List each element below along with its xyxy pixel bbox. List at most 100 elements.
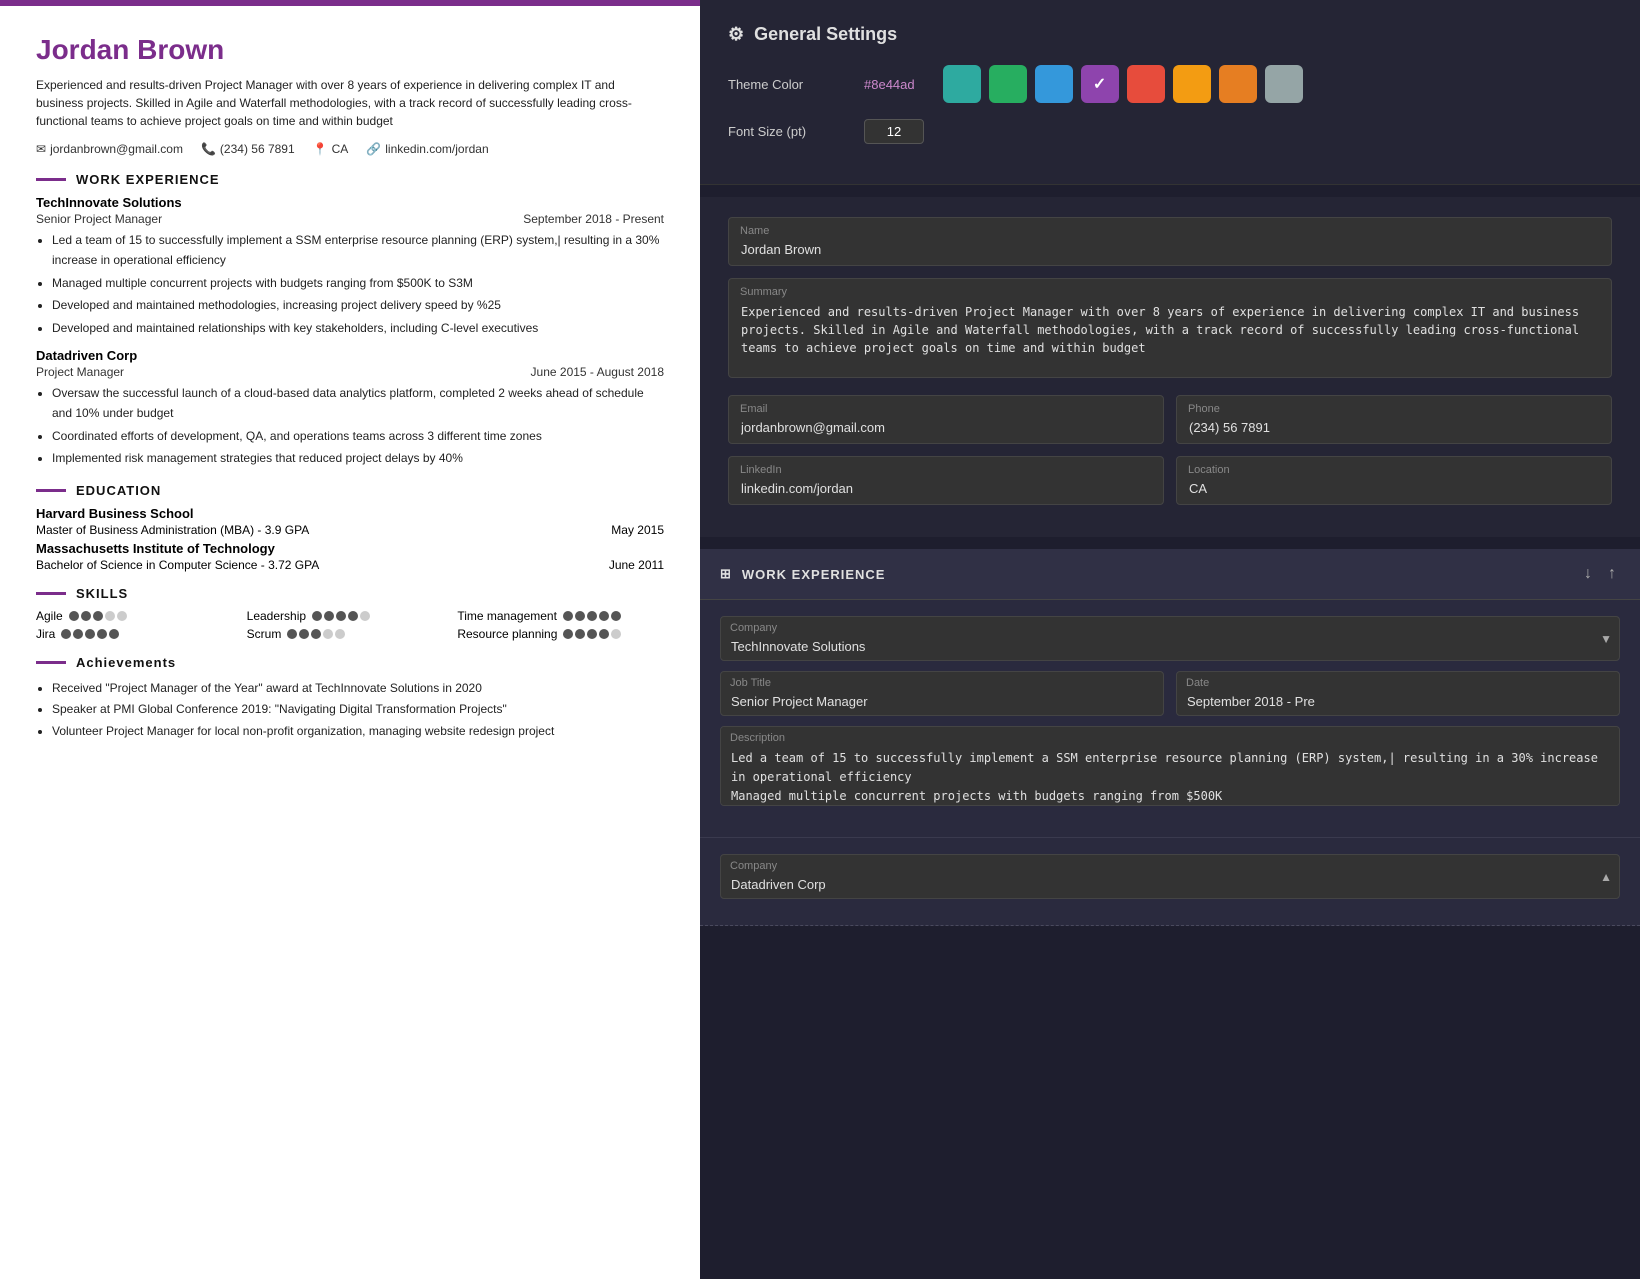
company-2-label: Company <box>730 860 777 872</box>
achievements-title: Achievements <box>76 655 176 670</box>
gear-icon: ⚙ <box>728 24 744 45</box>
dot <box>85 629 95 639</box>
contact-location: 📍 CA <box>313 142 349 156</box>
dot <box>61 629 71 639</box>
company-2-input[interactable] <box>720 854 1620 899</box>
dot <box>109 629 119 639</box>
dot <box>599 629 609 639</box>
desc-1-label: Description <box>730 732 785 744</box>
work-entry-1: Company ▼ Job Title Date Description <box>700 600 1640 838</box>
job-title-1-input[interactable] <box>720 671 1164 716</box>
bullet-item: Oversaw the successful launch of a cloud… <box>52 383 664 424</box>
location-input[interactable] <box>1176 456 1612 505</box>
name-row: Name <box>728 217 1612 266</box>
dot <box>360 611 370 621</box>
bullet-item: Implemented risk management strategies t… <box>52 448 664 468</box>
resume-panel: Jordan Brown Experienced and results-dri… <box>0 0 700 1279</box>
color-swatch-blue[interactable] <box>1035 65 1073 103</box>
color-swatch-red[interactable] <box>1127 65 1165 103</box>
job-1-title: Senior Project Manager <box>36 212 162 226</box>
expand-icon: ▼ <box>1600 632 1612 646</box>
expand-icon: ▲ <box>1600 870 1612 884</box>
color-swatch-purple[interactable] <box>1081 65 1119 103</box>
general-settings-section: ⚙ General Settings Theme Color #8e44ad F… <box>700 0 1640 185</box>
move-up-button[interactable]: ↑ <box>1604 563 1620 585</box>
section-divider <box>36 592 66 595</box>
job-2-date: June 2015 - August 2018 <box>531 365 664 379</box>
skill-scrum-dots <box>287 629 345 639</box>
company-2-name: Datadriven Corp <box>36 348 664 363</box>
date-1-input[interactable] <box>1176 671 1620 716</box>
education-header: EDUCATION <box>36 483 664 498</box>
email-icon: ✉ <box>36 142 46 156</box>
skill-jira-label: Jira <box>36 627 55 641</box>
job-1-date: September 2018 - Present <box>523 212 664 226</box>
location-label: Location <box>1188 464 1230 476</box>
job-title-1-label: Job Title <box>730 677 771 689</box>
contact-linkedin: 🔗 linkedin.com/jordan <box>366 142 488 156</box>
edu-1-date: May 2015 <box>611 523 664 537</box>
linkedin-input[interactable] <box>728 456 1164 505</box>
section-divider <box>36 489 66 492</box>
skills-grid: Agile Leadership <box>36 609 664 641</box>
skill-resource-planning: Resource planning <box>457 627 664 641</box>
dot <box>335 629 345 639</box>
contact-phone: 📞 (234) 56 7891 <box>201 142 295 156</box>
skill-leadership-dots <box>312 611 370 621</box>
company-1-name: TechInnovate Solutions <box>36 195 664 210</box>
company-1-label: Company <box>730 622 777 634</box>
font-size-input[interactable] <box>864 119 924 144</box>
desc-1-row: Description Led a team of 15 to successf… <box>720 726 1620 811</box>
edu-1-row: Master of Business Administration (MBA) … <box>36 523 664 537</box>
color-swatch-orange[interactable] <box>1219 65 1257 103</box>
color-swatch-gray[interactable] <box>1265 65 1303 103</box>
linkedin-location-row: LinkedIn Location <box>728 456 1612 505</box>
work-experience-settings-section: ⊞ WORK EXPERIENCE ↓ ↑ Company ▼ Job Titl… <box>700 549 1640 926</box>
desc-1-field: Description Led a team of 15 to successf… <box>720 726 1620 811</box>
desc-1-textarea[interactable]: Led a team of 15 to successfully impleme… <box>720 726 1620 806</box>
summary-field: Summary Experienced and results-driven P… <box>728 278 1612 383</box>
skill-resource-planning-dots <box>563 629 621 639</box>
color-swatch-green[interactable] <box>989 65 1027 103</box>
dot <box>311 629 321 639</box>
summary-textarea[interactable]: Experienced and results-driven Project M… <box>728 278 1612 378</box>
name-input[interactable] <box>728 217 1612 266</box>
resume-contact: ✉ jordanbrown@gmail.com 📞 (234) 56 7891 … <box>36 142 664 156</box>
dot <box>348 611 358 621</box>
skill-time-management-label: Time management <box>457 609 557 623</box>
dot <box>117 611 127 621</box>
achievement-item: Volunteer Project Manager for local non-… <box>52 721 664 743</box>
bullet-item: Led a team of 15 to successfully impleme… <box>52 230 664 271</box>
job-title-date-1-row: Job Title Date <box>720 671 1620 716</box>
dot <box>611 611 621 621</box>
work-section-header: ⊞ WORK EXPERIENCE ↓ ↑ <box>700 549 1640 600</box>
date-1-field: Date <box>1176 671 1620 716</box>
theme-color-label: Theme Color <box>728 77 848 92</box>
linkedin-icon: 🔗 <box>366 142 381 156</box>
phone-input[interactable] <box>1176 395 1612 444</box>
company-1-input[interactable] <box>720 616 1620 661</box>
dot <box>575 629 585 639</box>
achievements-header: Achievements <box>36 655 664 670</box>
skill-leadership-label: Leadership <box>247 609 306 623</box>
dot <box>563 629 573 639</box>
color-swatch-teal[interactable] <box>943 65 981 103</box>
section-divider <box>36 178 66 181</box>
contact-email: ✉ jordanbrown@gmail.com <box>36 142 183 156</box>
bullet-item: Coordinated efforts of development, QA, … <box>52 426 664 446</box>
resume-name: Jordan Brown <box>36 34 664 66</box>
edu-1-degree: Master of Business Administration (MBA) … <box>36 523 309 537</box>
skill-agile-label: Agile <box>36 609 63 623</box>
job-2-title: Project Manager <box>36 365 124 379</box>
email-input[interactable] <box>728 395 1164 444</box>
work-experience-header: WORK EXPERIENCE <box>36 172 664 187</box>
bullet-item: Managed multiple concurrent projects wit… <box>52 273 664 293</box>
color-swatch-yellow[interactable] <box>1173 65 1211 103</box>
skill-jira: Jira <box>36 627 243 641</box>
work-entry-2: Company ▲ <box>700 838 1640 926</box>
education-title: EDUCATION <box>76 483 161 498</box>
move-down-button[interactable]: ↓ <box>1580 563 1596 585</box>
dot <box>575 611 585 621</box>
phone-field: Phone <box>1176 395 1612 444</box>
job-2-row: Project Manager June 2015 - August 2018 <box>36 365 664 379</box>
